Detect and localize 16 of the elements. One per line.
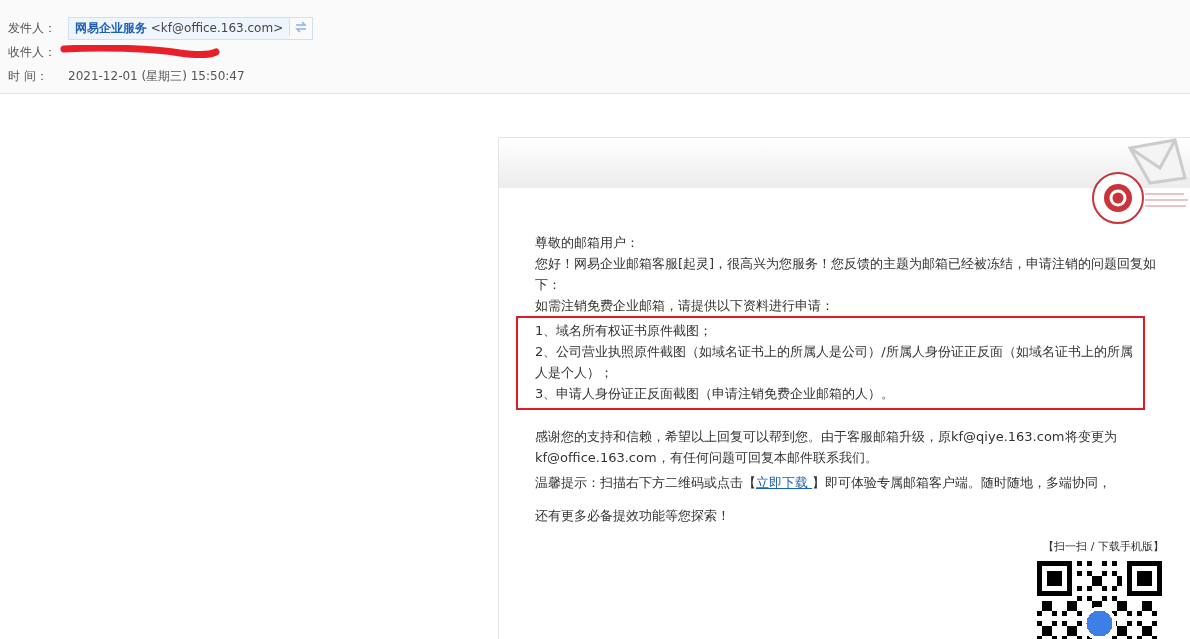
greeting: 尊敬的邮箱用户：	[535, 234, 640, 252]
intro-paragraph: 您好！网易企业邮箱客服[起灵]，很高兴为您服务！您反馈的主题为邮箱已经被冻结，申请注销的问题回复如下：	[535, 255, 1158, 294]
field-label: 发件人：	[8, 19, 57, 37]
closing-text: 还有更多必备提效功能等您探索！	[535, 507, 731, 525]
list-item: 3、申请人身份证正反面截图（申请注销免费企业邮箱的人）。	[535, 385, 896, 403]
field-label: 收件人：	[8, 43, 57, 61]
thanks-paragraph: 感谢您的支持和信赖，希望以上回复可以帮到您。由于客服邮箱升级，原kf@qiye.163.com将变更为kf@office.163.com，有任何问题可回复本邮件联系我们。	[535, 428, 1118, 467]
list-item: 1、域名所有权证书原件截图；	[535, 322, 714, 340]
request-text: 如需注销免费企业邮箱，请提供以下资料进行申请：	[535, 297, 835, 315]
date-value: 2021-12-01 (星期三) 15:50:47	[68, 67, 245, 85]
sender-chip[interactable]: 网易企业服务 <kf@office.163.com>	[69, 17, 290, 39]
tip-paragraph: 温馨提示：扫描右下方二维码或点击【立即下载 】即可体验专属邮箱客户端。随时随地，多端协同，	[535, 474, 1113, 492]
field-label: 时 间：	[8, 67, 49, 85]
list-item: 2、公司营业执照原件截图（如域名证书上的所属人是公司）/所属人身份证正反面（如域名证书上的所属人是个人）；	[535, 343, 1134, 382]
qr-caption: 【扫一扫 / 下载手机版】	[1043, 539, 1164, 555]
download-link[interactable]: 立即下载	[756, 475, 813, 490]
